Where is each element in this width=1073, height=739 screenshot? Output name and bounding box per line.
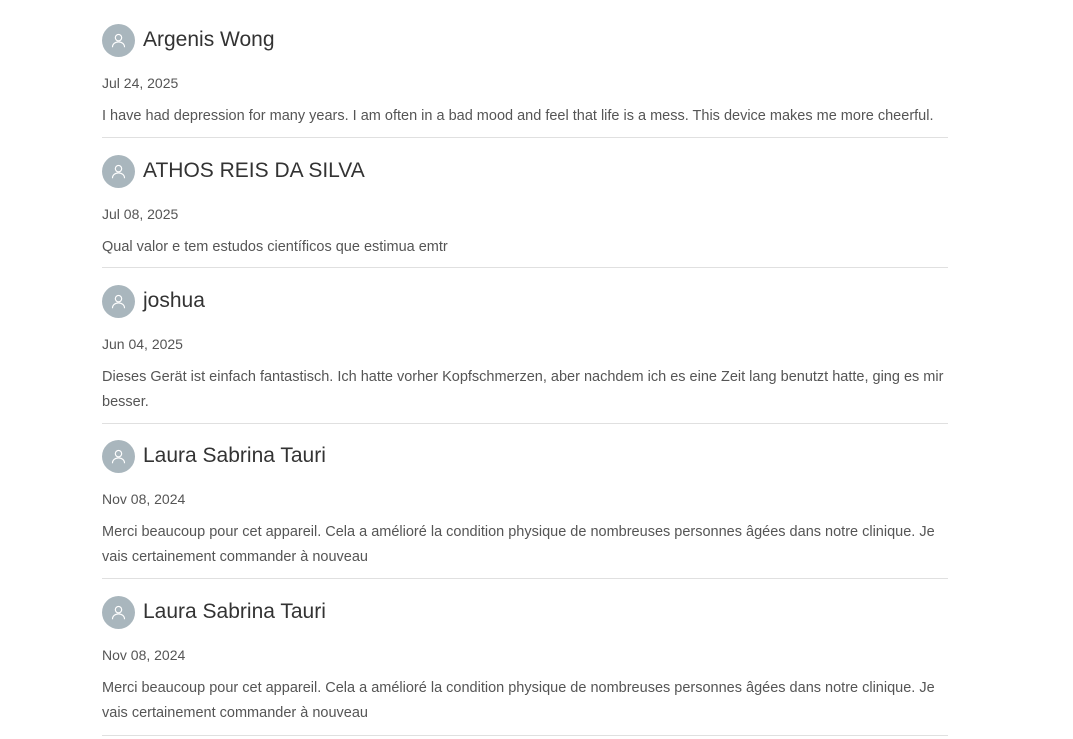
review-item: joshua Jun 04, 2025 Dieses Gerät ist ein… <box>102 268 948 424</box>
review-date: Jun 04, 2025 <box>102 336 183 352</box>
review-header: Laura Sabrina Tauri <box>102 439 948 473</box>
review-text: Merci beaucoup pour cet appareil. Cela a… <box>102 524 935 565</box>
user-avatar-icon <box>102 23 135 57</box>
review-text: Dieses Gerät ist einfach fantastisch. Ic… <box>102 369 944 410</box>
user-avatar-icon <box>102 439 135 473</box>
review-date: Nov 08, 2024 <box>102 647 186 663</box>
review-header: Laura Sabrina Tauri <box>102 595 948 629</box>
reviewer-name: Laura Sabrina Tauri <box>143 444 326 467</box>
reviewer-name: ATHOS REIS DA SILVA <box>143 159 365 182</box>
review-item: Laura Sabrina Tauri Nov 08, 2024 Merci b… <box>102 424 948 579</box>
review-date: Jul 24, 2025 <box>102 75 179 91</box>
review-text: Merci beaucoup pour cet appareil. Cela a… <box>102 680 935 721</box>
review-item: Argenis Wong Jul 24, 2025 I have had dep… <box>102 0 948 138</box>
review-text: I have had depression for many years. I … <box>102 108 934 124</box>
reviewer-name: Argenis Wong <box>143 28 275 51</box>
review-date: Jul 08, 2025 <box>102 206 179 222</box>
user-avatar-icon <box>102 154 135 188</box>
review-header: Argenis Wong <box>102 23 948 57</box>
review-item: ATHOS REIS DA SILVA Jul 08, 2025 Qual va… <box>102 138 948 268</box>
review-header: ATHOS REIS DA SILVA <box>102 154 948 188</box>
reviewer-name: Laura Sabrina Tauri <box>143 600 326 623</box>
review-date: Nov 08, 2024 <box>102 491 186 507</box>
user-avatar-icon <box>102 595 135 629</box>
review-list: Argenis Wong Jul 24, 2025 I have had dep… <box>102 0 948 736</box>
review-item: Laura Sabrina Tauri Nov 08, 2024 Merci b… <box>102 579 948 736</box>
reviewer-name: joshua <box>143 289 205 312</box>
user-avatar-icon <box>102 284 135 318</box>
review-header: joshua <box>102 284 948 318</box>
